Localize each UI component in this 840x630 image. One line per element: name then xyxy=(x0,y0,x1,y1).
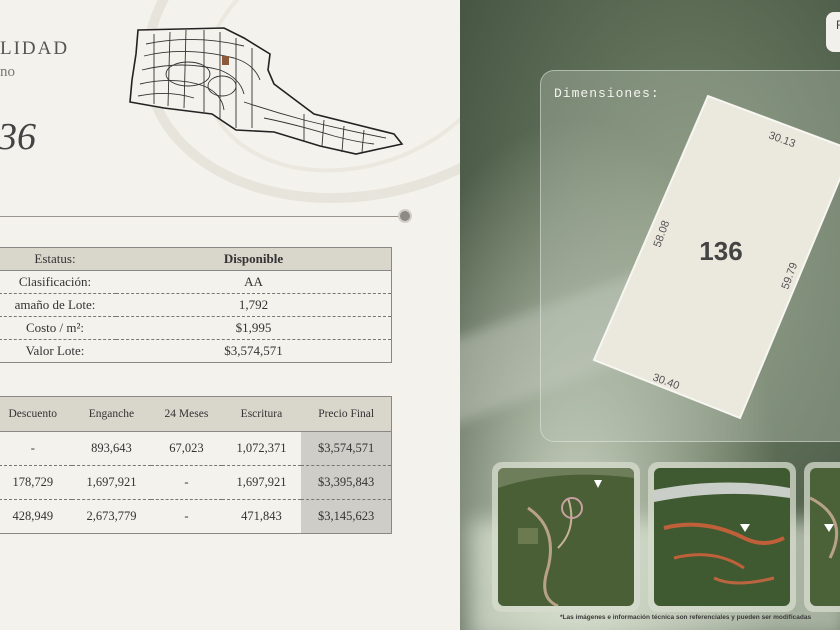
table-row[interactable]: 178,729 1,697,921 - 1,697,921 $3,395,843 xyxy=(0,465,392,500)
disclaimer-text: *Las imágenes e información técnica son … xyxy=(560,614,812,621)
table-row: Clasificación: AA xyxy=(0,270,392,294)
aerial-photo xyxy=(498,468,634,606)
final-price-cell: $3,395,843 xyxy=(301,465,392,500)
subdivision-minimap[interactable] xyxy=(124,24,406,164)
aerial-photo-thumbnail[interactable] xyxy=(648,462,796,612)
table-cell: 178,729 xyxy=(0,465,72,500)
table-cell: - xyxy=(0,431,72,466)
page-title: LIDAD xyxy=(0,38,70,59)
lot-details-panel: LIDAD no 36 Estatus: Disponible Clasific… xyxy=(0,0,460,630)
table-row[interactable]: 428,949 2,673,779 - 471,843 $3,145,623 xyxy=(0,499,392,534)
aerial-photo-thumbnail[interactable] xyxy=(804,462,840,612)
table-row: Valor Lote: $3,574,571 xyxy=(0,339,392,363)
table-cell: 1,072,371 xyxy=(221,431,302,466)
table-cell: 471,843 xyxy=(221,499,302,534)
minimap-selected-lot xyxy=(222,56,229,65)
slider-handle[interactable] xyxy=(398,209,412,223)
final-price-cell: $3,574,571 xyxy=(301,431,392,466)
info-label: Valor Lote: xyxy=(0,339,116,363)
table-cell: 67,023 xyxy=(151,431,222,466)
payment-plans-table: Descuento Enganche 24 Meses Escritura Pr… xyxy=(0,396,392,534)
info-value: $3,574,571 xyxy=(116,339,392,363)
table-cell: 1,697,921 xyxy=(221,465,302,500)
column-header: Precio Final xyxy=(301,396,392,432)
table-cell: 893,643 xyxy=(71,431,152,466)
slider-track xyxy=(0,216,400,217)
lot-number: 36 xyxy=(0,116,36,158)
info-label: Costo / m²: xyxy=(0,316,116,340)
lot-label: 136 xyxy=(699,236,742,266)
lot-visual-panel: F Dimensiones: 136 30.13 58.08 59.79 30.… xyxy=(460,0,840,630)
info-value: AA xyxy=(116,270,392,294)
table-row: Estatus: Disponible xyxy=(0,247,392,271)
table-cell: 428,949 xyxy=(0,499,72,534)
info-label: Clasificación: xyxy=(0,270,116,294)
table-cell: 1,697,921 xyxy=(71,465,152,500)
column-header: Escritura xyxy=(221,396,302,432)
column-header: Descuento xyxy=(0,396,72,432)
aerial-photo xyxy=(810,468,840,606)
table-cell: 2,673,779 xyxy=(71,499,152,534)
table-cell: - xyxy=(151,465,222,500)
final-price-cell: $3,145,623 xyxy=(301,499,392,534)
table-row: amaño de Lote: 1,792 xyxy=(0,293,392,317)
info-label: amaño de Lote: xyxy=(0,293,116,317)
aerial-photo xyxy=(654,468,790,606)
table-header-row: Descuento Enganche 24 Meses Escritura Pr… xyxy=(0,396,392,432)
column-header: Enganche xyxy=(71,396,152,432)
lot-info-table: Estatus: Disponible Clasificación: AA am… xyxy=(0,247,392,363)
aerial-photo-thumbnail[interactable] xyxy=(492,462,640,612)
info-value: 1,792 xyxy=(116,293,392,317)
status-badge: Disponible xyxy=(116,247,392,271)
info-label: Estatus: xyxy=(0,247,116,271)
table-row[interactable]: - 893,643 67,023 1,072,371 $3,574,571 xyxy=(0,431,392,466)
page-subtitle: no xyxy=(0,64,15,80)
info-value: $1,995 xyxy=(116,316,392,340)
minimap-outline xyxy=(129,27,404,155)
table-row: Costo / m²: $1,995 xyxy=(0,316,392,340)
column-header: 24 Meses xyxy=(151,396,222,432)
table-cell: - xyxy=(151,499,222,534)
